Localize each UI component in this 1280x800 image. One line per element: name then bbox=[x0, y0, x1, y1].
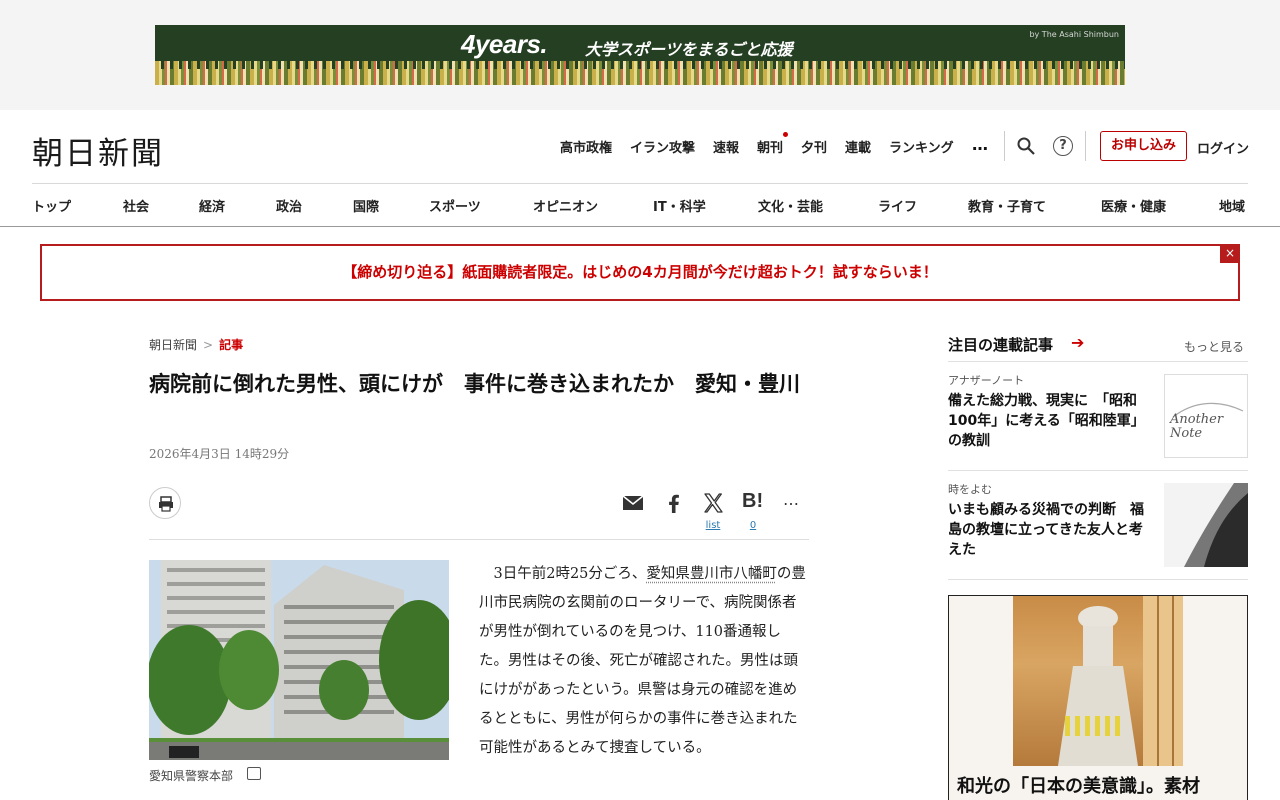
series-headline[interactable]: いまも顧みる災禍での判断 福島の教壇に立ってきた友人と考えた bbox=[948, 500, 1153, 560]
ad-figure-image bbox=[1058, 596, 1183, 766]
new-indicator-dot bbox=[783, 132, 788, 137]
x-share-count[interactable]: list bbox=[701, 520, 725, 531]
divider bbox=[149, 539, 809, 540]
facebook-share-icon[interactable] bbox=[662, 491, 686, 515]
hatena-bookmark-count[interactable]: 0 bbox=[741, 520, 765, 531]
place-link[interactable]: 愛知県豊川市八幡町 bbox=[646, 566, 777, 582]
thumbnail-text-line: Another bbox=[1170, 412, 1224, 427]
section-nav-item[interactable]: IT・科学 bbox=[653, 196, 706, 215]
top-ad-area: 4years. 大学スポーツをまるごと応援 by The Asahi Shimb… bbox=[0, 0, 1280, 110]
body-text-pre: 3日午前2時25分ごろ、 bbox=[493, 566, 647, 582]
more-menu-button[interactable]: … bbox=[972, 135, 989, 154]
divider bbox=[1085, 131, 1086, 161]
top-nav-item[interactable]: 夕刊 bbox=[801, 137, 827, 156]
see-more-link[interactable]: もっと見る bbox=[1184, 338, 1244, 355]
series-tag[interactable]: 時をよむ bbox=[948, 481, 992, 497]
section-nav-item[interactable]: 医療・健康 bbox=[1101, 196, 1166, 215]
sidebar-title[interactable]: 注目の連載記事 bbox=[948, 334, 1053, 355]
sidebar-ad[interactable]: 和光の「日本の美意識」。素材 bbox=[948, 595, 1248, 800]
section-nav-item[interactable]: スポーツ bbox=[429, 196, 481, 215]
divider bbox=[0, 226, 1280, 227]
section-nav-item[interactable]: トップ bbox=[32, 196, 71, 215]
article-title: 病院前に倒れた男性、頭にけが 事件に巻き込まれたか 愛知・豊川 bbox=[149, 372, 800, 396]
breadcrumb: 朝日新聞 > 記事 bbox=[149, 336, 243, 353]
section-nav-item[interactable]: 文化・芸能 bbox=[758, 196, 823, 215]
thumbnail-image bbox=[1164, 483, 1248, 567]
login-link[interactable]: ログイン bbox=[1197, 138, 1249, 157]
article-body: 3日午前2時25分ごろ、愛知県豊川市八幡町の豊川市民病院の玄関前のロータリーで、… bbox=[479, 560, 809, 763]
breadcrumb-separator: > bbox=[203, 338, 214, 352]
thumbnail-text: Another Note bbox=[1170, 413, 1223, 441]
section-nav-item[interactable]: 国際 bbox=[353, 196, 379, 215]
photo-caption: 愛知県警察本部 bbox=[149, 769, 234, 783]
section-nav-item[interactable]: ライフ bbox=[878, 196, 917, 215]
ad-headline: 和光の「日本の美意識」。素材 bbox=[957, 776, 1200, 797]
article-date: 2026年4月3日 14時29分 bbox=[149, 447, 290, 461]
arrow-right-icon[interactable]: ➔ bbox=[1071, 333, 1084, 352]
series-tag[interactable]: アナザーノート bbox=[948, 372, 1024, 388]
ad-by-text: by The Asahi Shimbun bbox=[1029, 30, 1119, 39]
series-headline[interactable]: 備えた総力戦、現実に 「昭和100年」に考える「昭和陸軍」の教訓 bbox=[948, 391, 1153, 451]
share-more-button[interactable]: … bbox=[783, 490, 800, 509]
site-logo[interactable]: 朝日新聞 bbox=[32, 128, 164, 173]
divider bbox=[948, 361, 1248, 362]
divider bbox=[948, 470, 1248, 471]
top-ad-banner[interactable]: 4years. 大学スポーツをまるごと応援 by The Asahi Shimb… bbox=[155, 25, 1125, 85]
breadcrumb-current: 記事 bbox=[219, 338, 244, 352]
section-nav-item[interactable]: 政治 bbox=[276, 196, 302, 215]
ad-crowd-image bbox=[155, 61, 1125, 85]
promo-banner[interactable]: 【締め切り迫る】紙面購読者限定。はじめの4カ月間が今だけ超おトク！試すならいま！ bbox=[40, 244, 1240, 301]
x-share-icon[interactable] bbox=[701, 491, 725, 515]
series-thumbnail[interactable] bbox=[1164, 483, 1248, 567]
search-icon[interactable] bbox=[1017, 137, 1035, 155]
ad-brand: 4years. bbox=[461, 29, 548, 59]
subscribe-button[interactable]: お申し込み bbox=[1100, 131, 1187, 161]
section-nav-item[interactable]: 教育・子育て bbox=[968, 196, 1046, 215]
another-note-thumbnail[interactable]: Another Note bbox=[1164, 374, 1248, 458]
thumbnail-text-line: Note bbox=[1170, 426, 1203, 441]
help-icon[interactable]: ? bbox=[1053, 136, 1073, 156]
mail-share-icon[interactable] bbox=[621, 491, 645, 515]
top-nav-item[interactable]: 速報 bbox=[713, 137, 739, 156]
body-text-post: の豊川市民病院の玄関前のロータリーで、病院関係者が男性が倒れているのを見つけ、1… bbox=[479, 566, 806, 756]
ad-tagline: 大学スポーツをまるごと応援 bbox=[585, 40, 793, 59]
top-nav-item[interactable]: 朝刊 bbox=[757, 137, 783, 156]
hatena-bookmark-icon[interactable]: B! bbox=[742, 490, 763, 513]
section-nav-item[interactable]: 地域 bbox=[1219, 196, 1245, 215]
top-nav-item[interactable]: ランキング bbox=[889, 137, 954, 156]
section-nav-item[interactable]: 経済 bbox=[199, 196, 225, 215]
print-button[interactable] bbox=[149, 487, 181, 519]
printer-icon bbox=[159, 496, 173, 512]
divider bbox=[32, 183, 1248, 184]
ad-fashion-image bbox=[1013, 596, 1183, 766]
article-photo[interactable] bbox=[149, 560, 449, 760]
top-nav-item[interactable]: 連載 bbox=[845, 137, 871, 156]
top-nav-item[interactable]: イラン攻撃 bbox=[630, 137, 695, 156]
breadcrumb-home[interactable]: 朝日新聞 bbox=[149, 338, 197, 352]
close-icon[interactable]: × bbox=[1220, 244, 1240, 263]
divider bbox=[1004, 131, 1005, 161]
image-icon[interactable] bbox=[247, 767, 261, 780]
section-nav-item[interactable]: オピニオン bbox=[533, 196, 598, 215]
section-nav-item[interactable]: 社会 bbox=[123, 196, 149, 215]
top-nav-item[interactable]: 高市政権 bbox=[560, 137, 612, 156]
divider bbox=[948, 579, 1248, 580]
police-hq-building-image bbox=[149, 560, 449, 760]
